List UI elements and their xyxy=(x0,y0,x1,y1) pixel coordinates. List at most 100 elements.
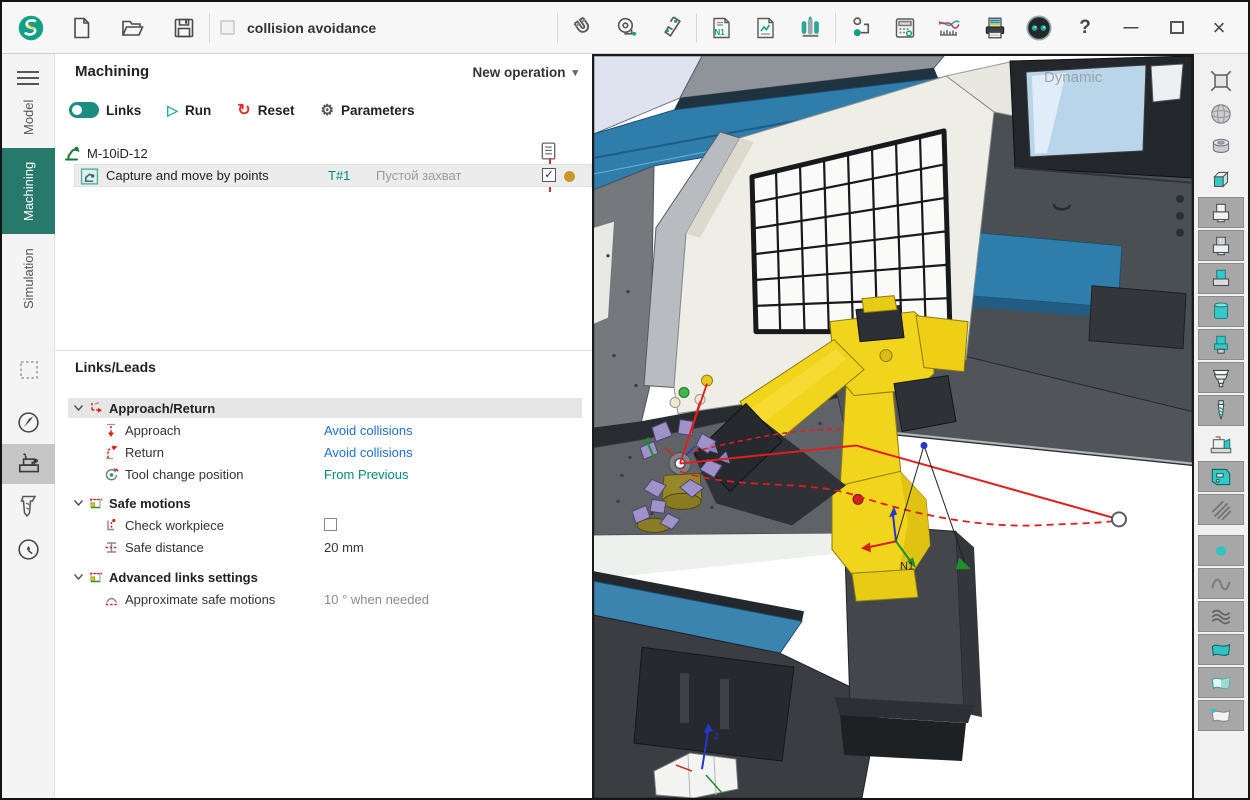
machine-teal-icon[interactable] xyxy=(1198,461,1244,492)
workpiece-shaded-icon[interactable] xyxy=(1198,230,1244,261)
drill-icon[interactable] xyxy=(1198,395,1244,426)
3d-viewport[interactable]: z Dynamic N1 xyxy=(592,54,1192,798)
tool-change-icon xyxy=(104,467,119,482)
tool-icon[interactable] xyxy=(2,490,55,524)
workpiece-teal-icon[interactable] xyxy=(1198,296,1244,327)
row-approximate-safe-motions: Approximate safe motions 10 ° when neede… xyxy=(68,589,582,609)
curve-icon[interactable] xyxy=(1198,568,1244,599)
chevron-down-icon xyxy=(73,573,84,581)
separator xyxy=(835,13,836,43)
point-icon[interactable] xyxy=(1198,535,1244,566)
hatch-icon[interactable] xyxy=(1198,494,1244,525)
title-bar: collision avoidance N1 xyxy=(2,2,1248,54)
surface-flag-teal-icon[interactable] xyxy=(1198,634,1244,665)
operation-tool-id: T#1 xyxy=(328,168,350,183)
tape-measure-icon[interactable] xyxy=(612,13,642,43)
panel-title: Machining xyxy=(75,63,149,80)
nc-program-icon[interactable]: N1 xyxy=(707,13,737,43)
sphere-icon[interactable] xyxy=(1198,98,1244,129)
tool-holder-discs-icon[interactable] xyxy=(1198,362,1244,393)
tool-change-value[interactable]: From Previous xyxy=(324,467,409,482)
workpiece-outline-icon[interactable] xyxy=(1198,197,1244,228)
tree-item-robot[interactable]: M-10iD-12 xyxy=(63,143,148,163)
minimize-button[interactable]: — xyxy=(1116,13,1146,43)
save-icon[interactable] xyxy=(169,13,199,43)
machine-icon[interactable] xyxy=(2,444,55,484)
group-advanced-links[interactable]: Advanced links settings xyxy=(68,567,582,587)
chevron-down-icon xyxy=(73,404,84,412)
main-menu-icon[interactable] xyxy=(17,67,39,89)
operation-icon xyxy=(80,167,99,191)
surfaces-icon[interactable] xyxy=(1198,601,1244,632)
surface-flag-gradient-icon[interactable] xyxy=(1198,667,1244,698)
row-check-workpiece: Check workpiece xyxy=(68,515,582,535)
cube-icon[interactable] xyxy=(1198,164,1244,195)
point-label: N1 xyxy=(900,560,914,572)
workpiece-teal-top-icon[interactable] xyxy=(1198,263,1244,294)
run-button[interactable]: ▷ Run xyxy=(167,102,211,119)
tab-machining[interactable]: Machining xyxy=(2,148,55,234)
approximate-safe-motions-icon xyxy=(104,592,119,607)
machine-setup-icon[interactable] xyxy=(1198,428,1244,459)
check-workpiece-checkbox[interactable] xyxy=(324,518,337,531)
tab-checkbox-icon[interactable] xyxy=(220,20,235,35)
parameters-button[interactable]: ⚙ Parameters xyxy=(320,101,414,119)
tab-model[interactable]: Model xyxy=(2,90,55,144)
calculator-icon[interactable] xyxy=(890,13,920,43)
compass-icon[interactable] xyxy=(2,406,55,438)
approximate-safe-motions-value[interactable]: 10 ° when needed xyxy=(324,592,429,607)
caliper-icon[interactable] xyxy=(656,13,686,43)
approach-return-icon xyxy=(88,401,103,416)
magnet-icon[interactable] xyxy=(568,13,598,43)
return-icon xyxy=(104,445,119,460)
maximize-button[interactable] xyxy=(1162,13,1192,43)
separator xyxy=(696,13,697,43)
application-window: collision avoidance N1 xyxy=(0,0,1250,800)
group-approach-return[interactable]: Approach/Return xyxy=(68,398,582,418)
printer-icon[interactable] xyxy=(980,13,1010,43)
fit-view-icon[interactable] xyxy=(1198,65,1244,96)
safe-distance-value[interactable]: 20 mm xyxy=(324,540,364,555)
chevron-down-icon: ▾ xyxy=(572,66,578,79)
svg-text:N1: N1 xyxy=(715,28,726,37)
ai-assistant-icon[interactable] xyxy=(1024,13,1054,43)
selection-frame-icon[interactable] xyxy=(2,354,55,386)
operation-gripper-note: Пустой захват xyxy=(376,168,461,183)
operation-enabled-checkbox[interactable]: ✓ xyxy=(542,168,556,182)
spacer xyxy=(56,13,57,43)
approach-value[interactable]: Avoid collisions xyxy=(324,423,413,438)
safe-distance-icon xyxy=(104,540,119,555)
green-lamp xyxy=(679,388,689,398)
open-folder-icon[interactable] xyxy=(118,13,148,43)
report-icon[interactable] xyxy=(751,13,781,43)
tool-set-icon[interactable] xyxy=(795,13,825,43)
row-approach: Approach Avoid collisions xyxy=(68,420,582,440)
trajectory-endpoint[interactable] xyxy=(1112,512,1126,526)
toggle-on-icon[interactable] xyxy=(69,102,99,118)
z-axis-label: z xyxy=(713,731,719,742)
gauge-icon[interactable] xyxy=(2,532,55,566)
reset-button[interactable]: ↻ Reset xyxy=(237,100,294,120)
machining-panel: Machining New operation ▾ Links ▷ Run ↻ … xyxy=(55,54,592,798)
close-button[interactable]: × xyxy=(1204,13,1234,43)
reset-icon: ↻ xyxy=(237,100,250,120)
row-tool-change-position: Tool change position From Previous xyxy=(68,464,582,484)
blank-cylinder-icon[interactable] xyxy=(1198,131,1244,162)
new-operation-dropdown[interactable]: New operation ▾ xyxy=(472,65,578,80)
graphs-icon[interactable] xyxy=(934,13,964,43)
node-link-icon[interactable] xyxy=(846,13,876,43)
document-title: collision avoidance xyxy=(247,20,376,36)
links-toggle[interactable]: Links xyxy=(69,102,141,118)
workpiece-stepped-icon[interactable] xyxy=(1198,329,1244,360)
app-logo-icon xyxy=(16,13,46,43)
tree-item-operation[interactable]: Capture and move by points T#1 Пустой за… xyxy=(74,164,592,187)
separator xyxy=(557,13,558,43)
help-button[interactable]: ? xyxy=(1070,13,1100,43)
links-leads-title: Links/Leads xyxy=(75,359,156,375)
tab-simulation[interactable]: Simulation xyxy=(2,240,55,318)
return-value[interactable]: Avoid collisions xyxy=(324,445,413,460)
surface-flag-white-icon[interactable] xyxy=(1198,700,1244,731)
group-safe-motions[interactable]: Safe motions xyxy=(68,493,582,513)
row-safe-distance: Safe distance 20 mm xyxy=(68,537,582,557)
new-document-icon[interactable] xyxy=(67,13,97,43)
